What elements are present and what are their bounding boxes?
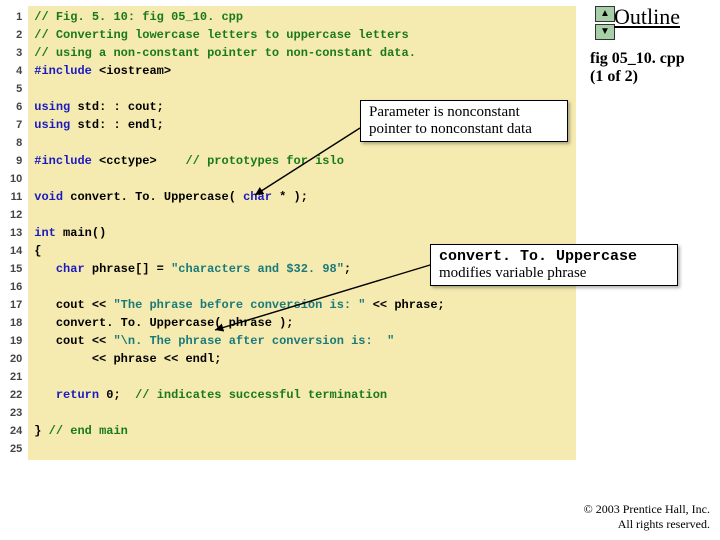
nav-arrows: ▲ ▼ — [595, 6, 615, 40]
file-part: (1 of 2) — [590, 68, 700, 86]
outline-heading: Outline — [614, 4, 680, 30]
callout-code-ref: convert. To. Uppercase — [439, 248, 637, 265]
copyright-line1: © 2003 Prentice Hall, Inc. — [584, 502, 710, 517]
file-info: fig 05_10. cpp (1 of 2) — [590, 50, 700, 86]
nav-down-button[interactable]: ▼ — [595, 24, 615, 40]
file-name: fig 05_10. cpp — [590, 50, 700, 68]
copyright: © 2003 Prentice Hall, Inc. All rights re… — [584, 502, 710, 532]
callout-modifies-phrase: convert. To. Uppercase modifies variable… — [430, 244, 678, 286]
copyright-line2: All rights reserved. — [584, 517, 710, 532]
code-body: // Fig. 5. 10: fig 05_10. cpp // Convert… — [28, 6, 450, 460]
callout-nonconstant-pointer: Parameter is nonconstant pointer to nonc… — [360, 100, 568, 142]
code-listing: 1 2 3 4 5 6 7 8 9 10 11 12 13 14 15 16 1… — [6, 6, 576, 460]
nav-up-button[interactable]: ▲ — [595, 6, 615, 22]
line-numbers: 1 2 3 4 5 6 7 8 9 10 11 12 13 14 15 16 1… — [6, 6, 28, 460]
